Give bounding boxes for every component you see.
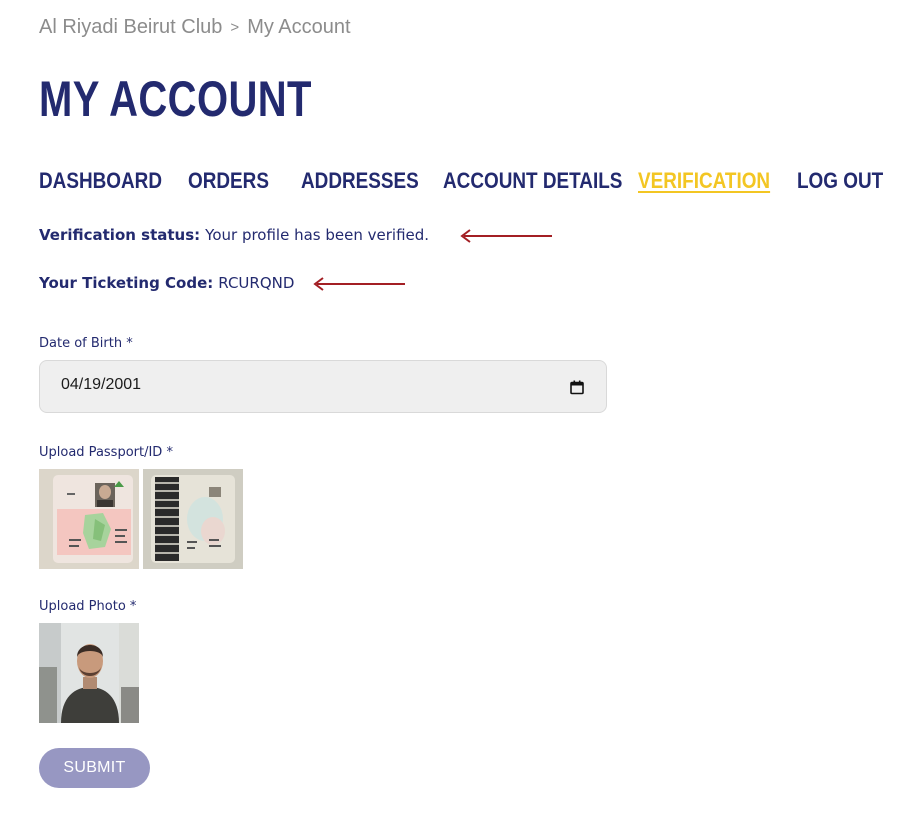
user-photo-thumbnail[interactable] [39,623,139,723]
calendar-icon[interactable] [570,380,584,395]
ticketing-code: Your Ticketing Code: RCURQND [39,274,294,292]
tab-account-details[interactable]: ACCOUNT DETAILS [443,168,622,194]
ticketing-code-value: RCURQND [218,274,295,292]
page-title: MY ACCOUNT [39,71,312,127]
breadcrumb-home-link[interactable]: Al Riyadi Beirut Club [39,16,222,39]
passport-label: Upload Passport/ID * [39,445,173,460]
dob-value: 04/19/2001 [61,376,142,393]
left-arrow-annotation [313,277,405,291]
dob-input[interactable]: 04/19/2001 [39,360,607,413]
breadcrumb-current: My Account [247,16,351,38]
id-back-thumbnail[interactable] [143,469,243,569]
breadcrumb: Al Riyadi Beirut Club > My Account [39,16,351,39]
breadcrumb-separator: > [230,19,240,36]
account-tabs: DASHBOARD ORDERS ADDRESSES ACCOUNT DETAI… [39,168,889,198]
verification-status-value: Your profile has been verified. [205,226,430,244]
tab-verification[interactable]: VERIFICATION [638,168,770,194]
id-front-thumbnail[interactable] [39,469,139,569]
photo-label: Upload Photo * [39,599,137,614]
tab-log-out[interactable]: LOG OUT [797,168,883,194]
ticketing-code-label: Your Ticketing Code: [39,274,214,292]
account-page: Al Riyadi Beirut Club > My Account MY AC… [0,0,924,828]
tab-addresses[interactable]: ADDRESSES [301,168,419,194]
tab-orders[interactable]: ORDERS [188,168,269,194]
tab-dashboard[interactable]: DASHBOARD [39,168,162,194]
verification-status-label: Verification status: [39,226,201,244]
dob-label: Date of Birth * [39,336,133,351]
left-arrow-annotation [460,229,552,243]
verification-status: Verification status: Your profile has be… [39,226,429,244]
submit-button[interactable]: SUBMIT [39,748,150,788]
